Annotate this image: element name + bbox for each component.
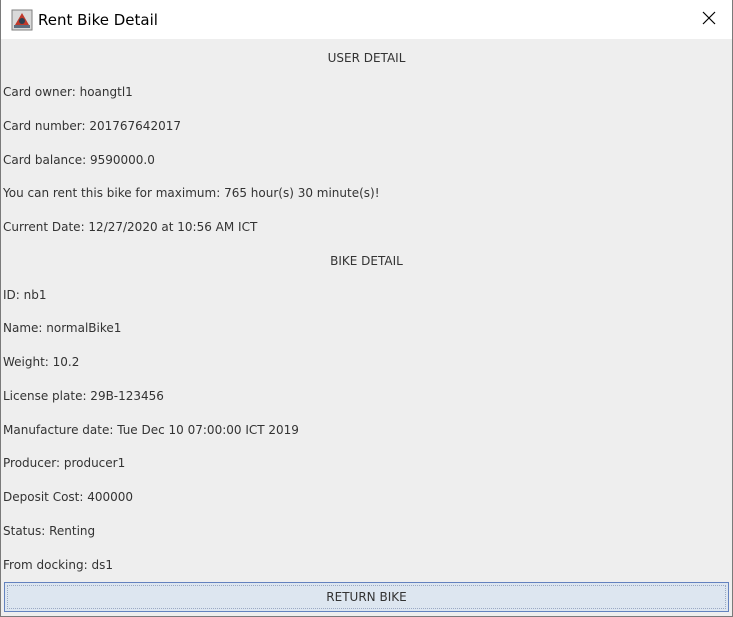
bike-weight-label: Weight: 10.2 [3,355,80,369]
card-balance-label: Card balance: 9590000.0 [3,153,155,167]
rent-bike-detail-window: Rent Bike Detail USER DETAIL Card owner:… [0,0,733,617]
card-owner-label: Card owner: hoangtl1 [3,85,133,99]
deposit-cost-label: Deposit Cost: 400000 [3,490,134,504]
return-bike-label: RETURN BIKE [326,590,407,604]
manufacture-date-label: Manufacture date: Tue Dec 10 07:00:00 IC… [3,423,299,437]
bike-detail-heading: BIKE DETAIL [330,254,403,268]
user-detail-heading: USER DETAIL [327,51,406,65]
detail-panel: USER DETAIL Card owner: hoangtl1 Card nu… [1,39,732,616]
title-bar[interactable]: Rent Bike Detail [1,0,732,39]
bike-name-label: Name: normalBike1 [3,321,122,335]
license-plate-label: License plate: 29B-123456 [3,389,164,403]
window-title: Rent Bike Detail [38,11,158,29]
current-date-label: Current Date: 12/27/2020 at 10:56 AM ICT [3,220,258,234]
bike-id-label: ID: nb1 [3,288,47,302]
close-icon [702,10,716,29]
producer-label: Producer: producer1 [3,456,126,470]
max-rent-label: You can rent this bike for maximum: 765 … [3,186,380,200]
java-app-icon [11,9,33,31]
return-bike-button[interactable]: RETURN BIKE [4,582,729,612]
close-button[interactable] [686,0,732,39]
status-label: Status: Renting [3,524,96,538]
from-docking-label: From docking: ds1 [3,558,113,572]
card-number-label: Card number: 201767642017 [3,119,181,133]
